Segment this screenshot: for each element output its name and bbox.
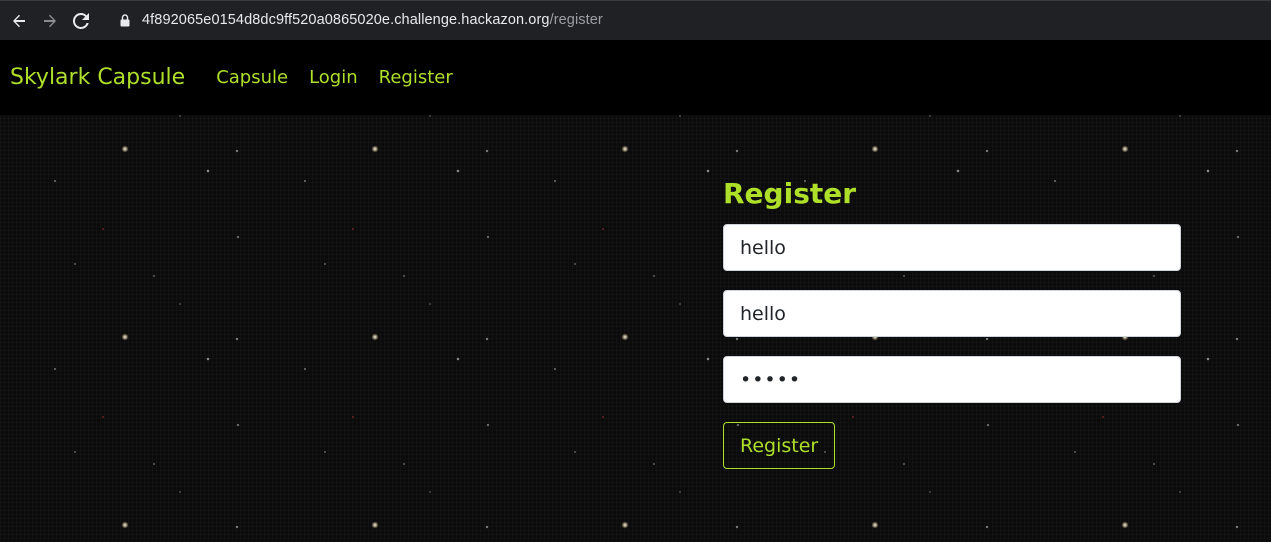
brand-link[interactable]: Skylark Capsule [10, 65, 185, 90]
site-navbar: Skylark Capsule Capsule Login Register [0, 40, 1271, 115]
url-path: /register [549, 12, 603, 28]
url-text: 4f892065e0154d8dc9ff520a0865020e.challen… [142, 12, 603, 28]
forward-button[interactable] [39, 10, 61, 32]
url-host: 4f892065e0154d8dc9ff520a0865020e.challen… [142, 12, 550, 28]
back-button[interactable] [8, 10, 30, 32]
reload-button[interactable] [70, 10, 92, 32]
register-button[interactable]: Register [723, 422, 836, 469]
register-form: Register Register [723, 175, 1181, 469]
forward-arrow-icon [44, 14, 56, 27]
nav-link-login[interactable]: Login [309, 67, 358, 88]
nav-link-capsule[interactable]: Capsule [216, 67, 288, 88]
form-title: Register [723, 177, 857, 210]
email-field[interactable] [723, 290, 1181, 337]
nav-links: Capsule Login Register [216, 67, 474, 88]
lock-icon [118, 13, 132, 27]
nav-link-register[interactable]: Register [379, 67, 453, 88]
address-bar[interactable]: 4f892065e0154d8dc9ff520a0865020e.challen… [108, 5, 1258, 35]
password-field[interactable] [723, 356, 1181, 403]
username-field[interactable] [723, 224, 1181, 271]
reload-icon [73, 12, 89, 29]
browser-toolbar: 4f892065e0154d8dc9ff520a0865020e.challen… [0, 0, 1271, 40]
back-arrow-icon [13, 14, 25, 27]
